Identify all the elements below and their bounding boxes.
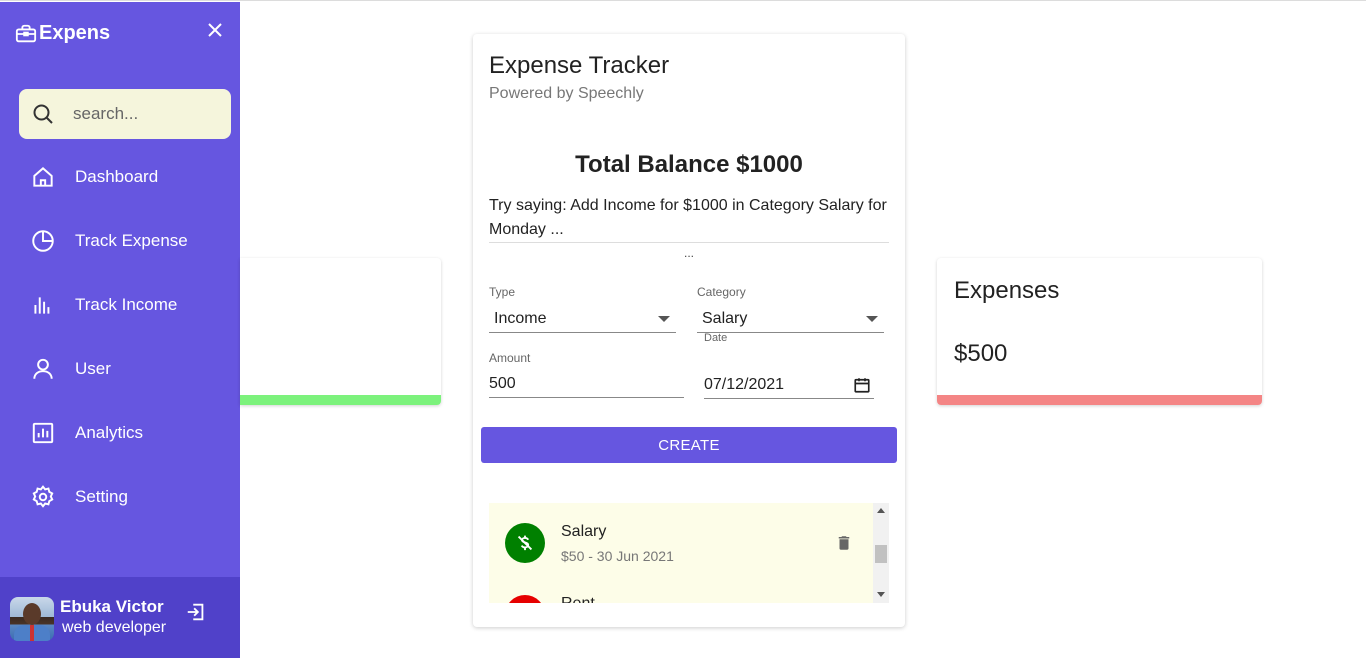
sidebar: Expens Dashboard Track Expense Track Inc… [0, 2, 240, 658]
sidebar-item-label: Setting [75, 487, 128, 506]
type-value: Income [494, 309, 547, 327]
amount-value: 500 [489, 374, 516, 392]
tracker-title: Expense Tracker [489, 52, 670, 79]
transaction-list: Salary $50 - 30 Jun 2021 Rent [489, 503, 889, 603]
speech-hint: Try saying: Add Income for $1000 in Cate… [489, 197, 887, 238]
delete-button[interactable] [835, 533, 853, 558]
date-label: Date [704, 332, 728, 344]
dropdown-arrow-icon [658, 315, 670, 322]
sidebar-item-setting[interactable]: Setting [30, 477, 230, 517]
create-button[interactable]: CREATE [481, 427, 897, 463]
divider [489, 242, 889, 243]
sidebar-item-label: Track Income [75, 295, 178, 314]
expenses-title: Expenses [954, 277, 1060, 304]
profile-role: web developer [62, 619, 167, 636]
profile-name: Ebuka Victor [60, 597, 164, 616]
expenses-amount: $500 [954, 340, 1008, 367]
calendar-icon[interactable] [853, 376, 871, 394]
analytics-icon [32, 422, 54, 444]
expense-tracker-card: Expense Tracker Powered by Speechly Tota… [473, 34, 905, 627]
sidebar-item-label: Dashboard [75, 167, 159, 186]
sidebar-item-user[interactable]: User [30, 349, 230, 389]
top-border [0, 0, 1366, 1]
search-icon [33, 104, 53, 124]
home-icon [33, 167, 53, 187]
scroll-down-arrow-icon[interactable] [877, 592, 885, 597]
close-sidebar-button[interactable] [205, 20, 225, 40]
scroll-thumb[interactable] [875, 545, 887, 563]
expenses-card-bar [937, 395, 1262, 405]
pie-chart-icon [32, 230, 54, 252]
category-select[interactable]: Salary [697, 305, 884, 333]
brand: Expens [15, 22, 110, 45]
logout-button[interactable] [185, 601, 207, 628]
sidebar-item-track-expense[interactable]: Track Expense [30, 221, 230, 261]
speech-status: ... [683, 246, 694, 260]
transaction-meta: $50 - 30 Jun 2021 [561, 548, 674, 564]
close-icon [208, 23, 222, 37]
sidebar-item-label: Track Expense [75, 231, 188, 250]
total-balance: Total Balance $1000 [575, 151, 803, 178]
dropdown-arrow-icon [866, 315, 878, 322]
sidebar-item-analytics[interactable]: Analytics [30, 413, 230, 453]
transaction-name: Rent [561, 595, 595, 603]
scroll-up-arrow-icon[interactable] [877, 508, 885, 513]
expenses-card: Expenses $500 [937, 258, 1262, 405]
category-value: Salary [702, 309, 748, 327]
sidebar-item-label: Analytics [75, 423, 144, 442]
search-input[interactable] [73, 104, 213, 124]
sidebar-item-dashboard[interactable]: Dashboard [30, 157, 230, 197]
trash-icon [838, 536, 850, 550]
logout-icon [187, 603, 204, 621]
sidebar-item-label: User [75, 359, 111, 378]
income-card-bar [240, 395, 441, 405]
category-label: Category [697, 285, 746, 299]
money-off-icon [505, 523, 545, 563]
profile-panel: Ebuka Victor web developer [0, 577, 240, 658]
gear-icon [32, 485, 54, 508]
tracker-subtitle: Powered by Speechly [489, 85, 644, 102]
avatar [10, 597, 54, 641]
transaction-list-items: Salary $50 - 30 Jun 2021 Rent [489, 503, 873, 603]
user-icon [33, 358, 53, 379]
income-card [240, 258, 441, 405]
type-select[interactable]: Income [489, 305, 676, 333]
transaction-list-scrollbar[interactable] [873, 503, 889, 603]
search-box[interactable] [19, 89, 231, 139]
transaction-name: Salary [561, 523, 607, 540]
sidebar-item-track-income[interactable]: Track Income [30, 285, 230, 325]
list-item[interactable]: Rent [489, 575, 873, 603]
bar-chart-icon [34, 297, 50, 314]
amount-label: Amount [489, 351, 531, 365]
amount-input[interactable]: 500 [489, 370, 684, 398]
briefcase-icon [15, 24, 37, 42]
brand-name: Expens [39, 22, 111, 44]
type-label: Type [489, 285, 516, 299]
date-value: 07/12/2021 [704, 375, 785, 393]
date-input[interactable]: 07/12/2021 [704, 371, 874, 399]
money-icon [505, 595, 545, 603]
list-item[interactable]: Salary $50 - 30 Jun 2021 [489, 503, 873, 575]
